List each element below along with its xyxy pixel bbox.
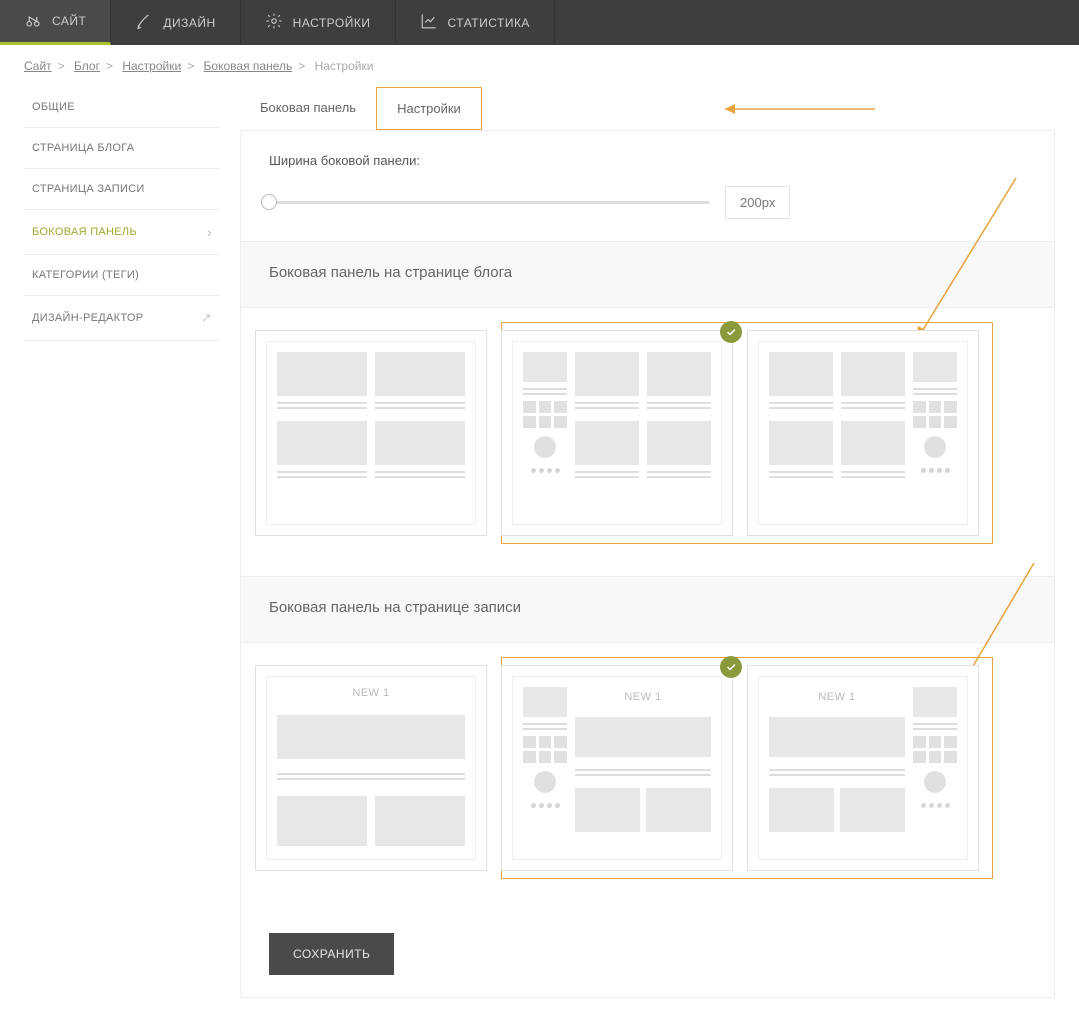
sidemenu-label: ОБЩИЕ	[32, 101, 75, 113]
breadcrumb-link[interactable]: Боковая панель	[204, 59, 293, 73]
layout-option-right[interactable]: NEW 1	[747, 665, 979, 871]
content-area: Боковая панель Настройки Ширина боковой …	[240, 87, 1055, 998]
sidemenu-post-page[interactable]: СТРАНИЦА ЗАПИСИ	[24, 169, 220, 210]
sidemenu-categories[interactable]: КАТЕГОРИИ (ТЕГИ)	[24, 255, 220, 296]
layout-option-left[interactable]: NEW 1	[501, 665, 733, 871]
gear-icon	[265, 12, 283, 33]
breadcrumb-link[interactable]: Блог	[74, 59, 100, 73]
slider-label: Ширина боковой панели:	[269, 153, 1026, 168]
section-title: Боковая панель на странице блога	[269, 264, 1026, 281]
new-label: NEW 1	[277, 683, 465, 707]
breadcrumb: Сайт> Блог> Настройки> Боковая панель> Н…	[0, 45, 1079, 87]
section-title: Боковая панель на странице записи	[269, 599, 1026, 616]
tabs: Боковая панель Настройки	[240, 87, 1055, 131]
site-icon	[24, 11, 42, 32]
nav-settings[interactable]: НАСТРОЙКИ	[241, 0, 396, 45]
layout-option-none[interactable]	[255, 330, 487, 536]
save-button[interactable]: СОХРАНИТЬ	[269, 933, 394, 975]
nav-label: САЙТ	[52, 14, 86, 28]
nav-site[interactable]: САЙТ	[0, 0, 111, 45]
sidemenu-label: БОКОВАЯ ПАНЕЛЬ	[32, 226, 137, 238]
width-section: Ширина боковой панели: 200px	[241, 131, 1054, 241]
chevron-right-icon: ›	[207, 224, 212, 240]
post-layout-options: NEW 1	[241, 643, 1054, 911]
breadcrumb-link[interactable]: Сайт	[24, 59, 52, 73]
save-section: СОХРАНИТЬ	[241, 911, 1054, 997]
new-label: NEW 1	[769, 687, 905, 711]
sidemenu-blog-page[interactable]: СТРАНИЦА БЛОГА	[24, 128, 220, 169]
external-icon: ↗	[201, 310, 212, 326]
nav-label: СТАТИСТИКА	[448, 16, 530, 30]
sidemenu-label: КАТЕГОРИИ (ТЕГИ)	[32, 269, 139, 281]
check-icon	[720, 321, 742, 343]
check-icon	[720, 656, 742, 678]
chart-icon	[420, 12, 438, 33]
layout-option-left[interactable]	[501, 330, 733, 536]
sidemenu-design-editor[interactable]: ДИЗАЙН-РЕДАКТОР ↗	[24, 296, 220, 341]
nav-stats[interactable]: СТАТИСТИКА	[396, 0, 555, 45]
sidemenu-label: ДИЗАЙН-РЕДАКТОР	[32, 312, 143, 324]
tab-settings[interactable]: Настройки	[376, 87, 482, 130]
breadcrumb-link[interactable]: Настройки	[122, 59, 181, 73]
settings-panel: Ширина боковой панели: 200px Боковая пан…	[240, 131, 1055, 998]
layout-option-none[interactable]: NEW 1	[255, 665, 487, 871]
new-label: NEW 1	[575, 687, 711, 711]
layout-option-right[interactable]	[747, 330, 979, 536]
nav-label: ДИЗАЙН	[163, 16, 215, 30]
blog-layout-options	[241, 308, 1054, 576]
top-nav: САЙТ ДИЗАЙН НАСТРОЙКИ СТАТИСТИКА	[0, 0, 1079, 45]
nav-label: НАСТРОЙКИ	[293, 16, 371, 30]
post-section-header: Боковая панель на странице записи	[241, 576, 1054, 643]
side-menu: ОБЩИЕ СТРАНИЦА БЛОГА СТРАНИЦА ЗАПИСИ БОК…	[24, 87, 220, 998]
breadcrumb-current: Настройки	[315, 59, 374, 73]
nav-design[interactable]: ДИЗАЙН	[111, 0, 240, 45]
sidemenu-label: СТРАНИЦА БЛОГА	[32, 142, 134, 154]
sidemenu-label: СТРАНИЦА ЗАПИСИ	[32, 183, 145, 195]
slider-handle[interactable]	[261, 194, 277, 210]
annotation-arrow-icon	[725, 103, 885, 115]
width-slider[interactable]	[269, 201, 709, 204]
tab-sidebar[interactable]: Боковая панель	[240, 87, 376, 130]
brush-icon	[135, 12, 153, 33]
blog-section-header: Боковая панель на странице блога	[241, 241, 1054, 308]
sidemenu-general[interactable]: ОБЩИЕ	[24, 87, 220, 128]
sidemenu-sidebar[interactable]: БОКОВАЯ ПАНЕЛЬ ›	[24, 210, 220, 255]
slider-value-input[interactable]: 200px	[725, 186, 790, 219]
